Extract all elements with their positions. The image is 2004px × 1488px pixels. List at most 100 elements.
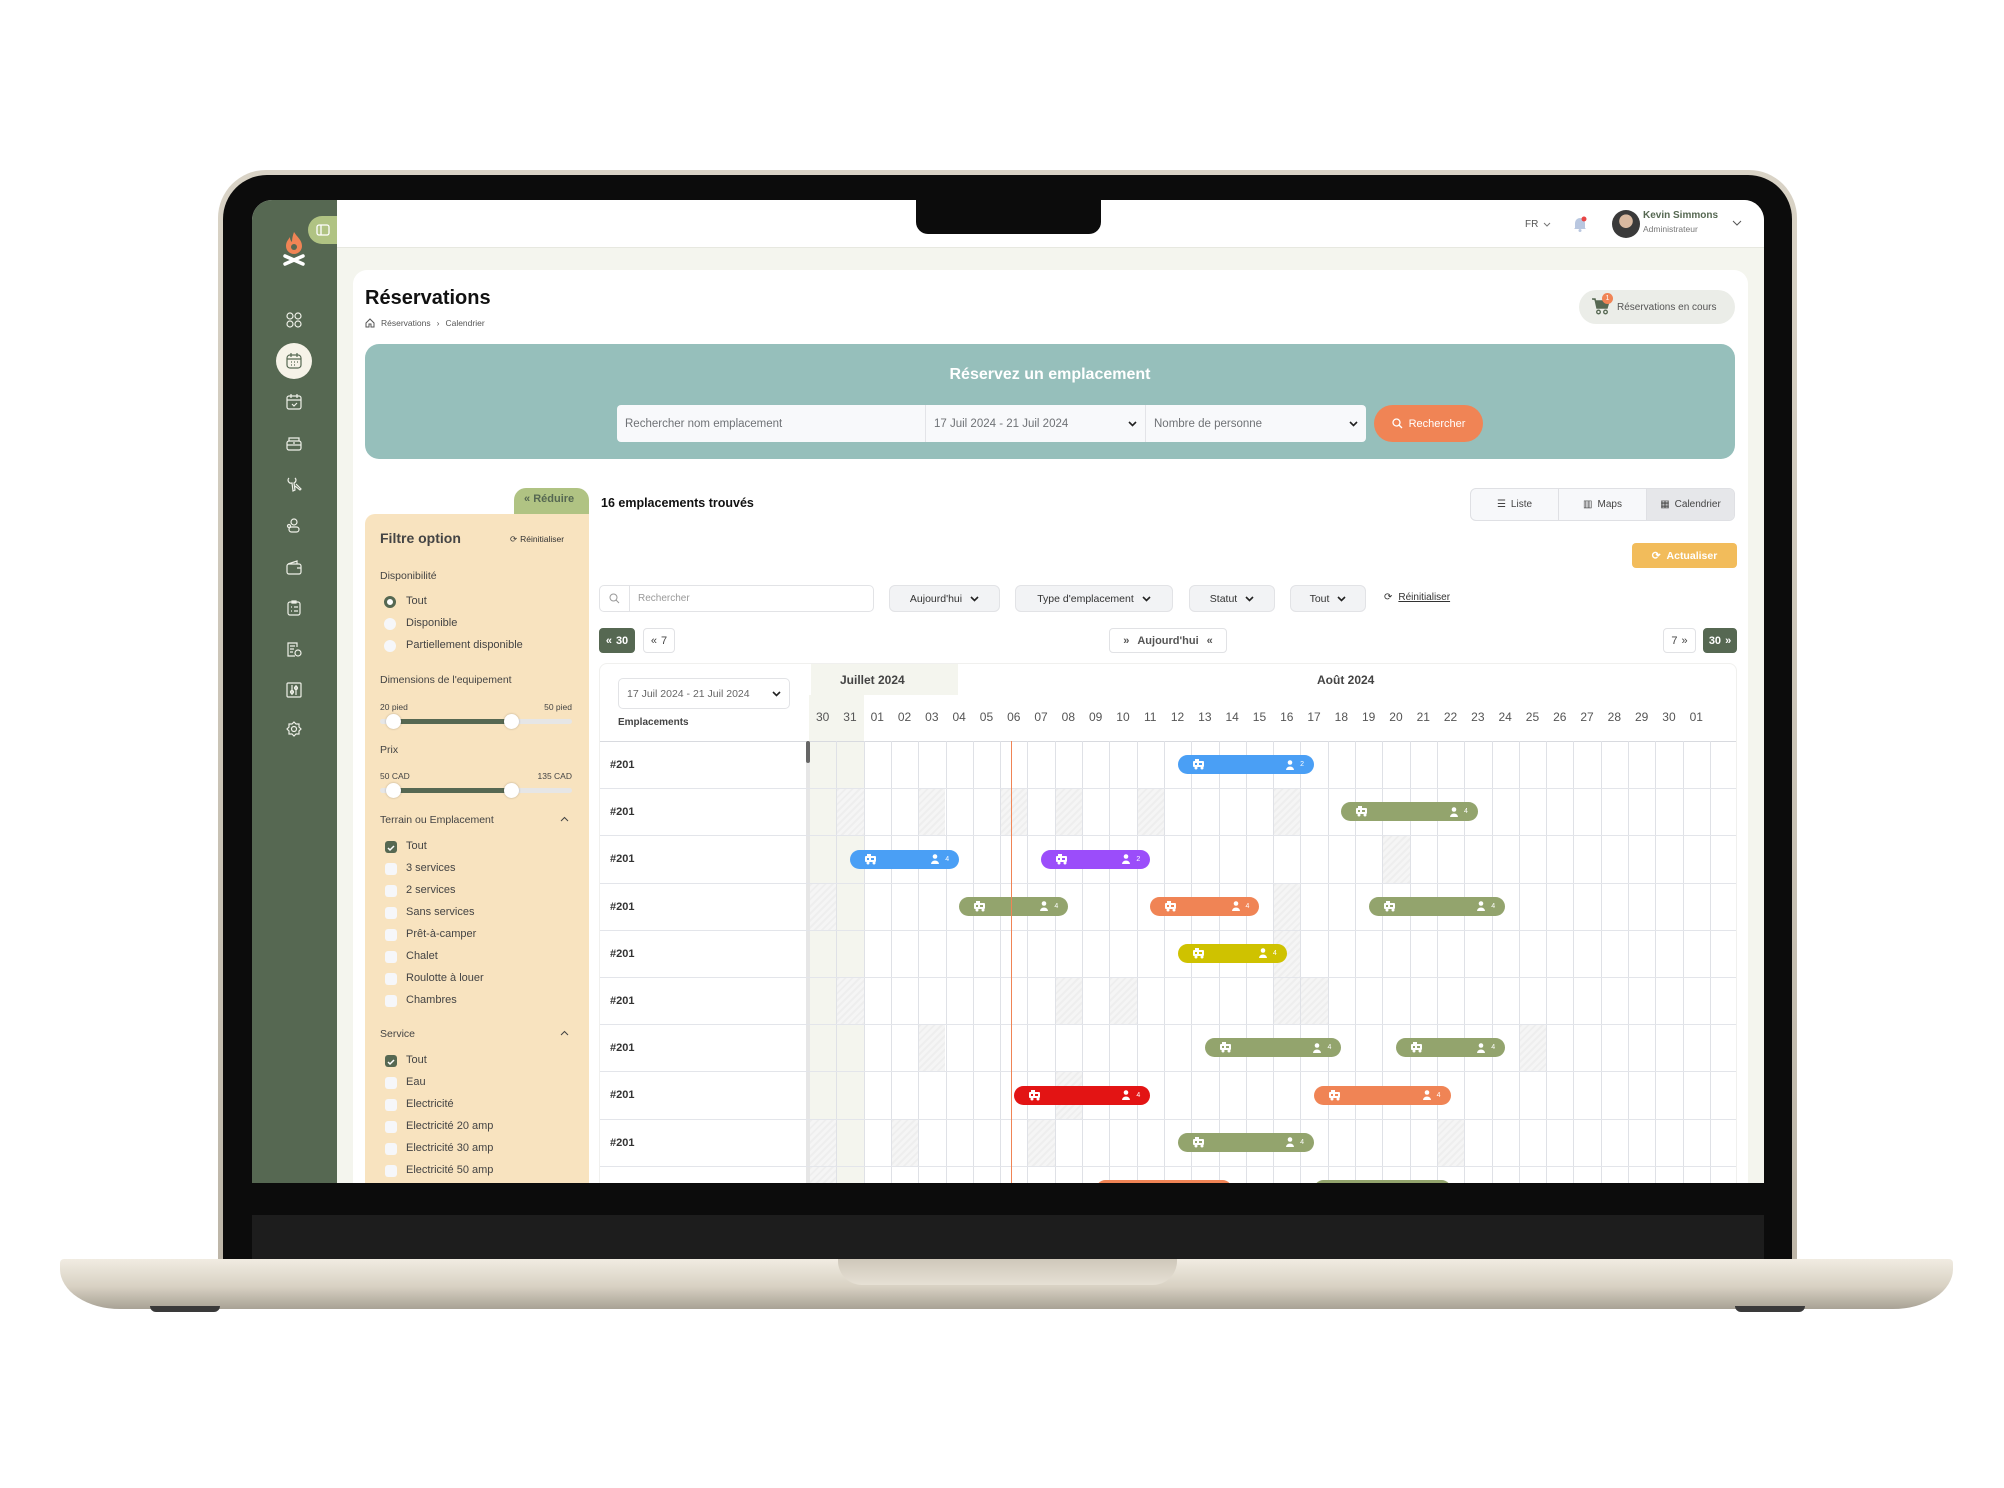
site-type-dropdown[interactable]: Type d'emplacement xyxy=(1015,585,1173,612)
reservation-bar[interactable] xyxy=(1095,1179,1233,1183)
sidebar-item-dashboard[interactable] xyxy=(276,302,312,338)
terrain-checkbox[interactable] xyxy=(385,995,397,1007)
service-option-label[interactable]: Electricité 20 amp xyxy=(406,1120,493,1132)
scrollbar-thumb[interactable] xyxy=(806,741,810,763)
current-reservations-button[interactable]: 1 Réservations en cours xyxy=(1579,290,1735,324)
status-dropdown[interactable]: Statut xyxy=(1189,585,1275,612)
today-button[interactable]: » Aujourd'hui « xyxy=(1109,628,1227,653)
site-label[interactable]: #201 xyxy=(610,806,634,818)
service-option-label[interactable]: Tout xyxy=(406,1054,427,1066)
back-7-days-button[interactable]: «7 xyxy=(643,628,675,653)
terrain-checkbox[interactable] xyxy=(385,885,397,897)
availability-option-label[interactable]: Disponible xyxy=(406,617,457,629)
calendar-search-input[interactable]: Rechercher xyxy=(599,585,874,612)
persons-select[interactable]: Nombre de personne xyxy=(1145,405,1366,442)
reservation-bar[interactable] xyxy=(1314,1179,1451,1183)
user-menu-chevron-icon[interactable] xyxy=(1732,220,1742,227)
terrain-option-label[interactable]: Roulotte à louer xyxy=(406,972,484,984)
price-max-handle[interactable] xyxy=(503,783,519,798)
site-name-search-input[interactable]: Rechercher nom emplacement xyxy=(617,405,925,442)
reservation-bar[interactable]: 4 xyxy=(959,896,1069,916)
reservation-bar[interactable]: 4 xyxy=(1314,1085,1451,1105)
availability-radio[interactable] xyxy=(384,640,396,652)
site-label[interactable]: #201 xyxy=(610,853,634,865)
availability-radio[interactable] xyxy=(384,618,396,630)
service-checkbox[interactable] xyxy=(385,1055,397,1067)
service-option-label[interactable]: Eau xyxy=(406,1076,426,1088)
reservation-bar[interactable]: 4 xyxy=(1150,896,1260,916)
view-calendrier-button[interactable]: ▦ Calendrier xyxy=(1646,489,1734,520)
refresh-button[interactable]: ⟳ Actualiser xyxy=(1632,543,1737,568)
service-heading[interactable]: Service xyxy=(380,1028,415,1040)
dimensions-slider[interactable] xyxy=(380,714,572,729)
sidebar-item-report-clock[interactable] xyxy=(276,631,312,667)
reservation-bar[interactable]: 4 xyxy=(1204,1038,1342,1058)
language-selector[interactable]: FR xyxy=(1525,219,1551,230)
forward-30-days-button[interactable]: 30» xyxy=(1703,628,1737,653)
sidebar-item-calendar[interactable] xyxy=(276,343,312,379)
price-min-handle[interactable] xyxy=(386,783,402,798)
reservation-bar[interactable]: 4 xyxy=(1341,802,1478,822)
reservation-bar[interactable]: 4 xyxy=(1177,1132,1315,1152)
terrain-option-label[interactable]: 3 services xyxy=(406,862,456,874)
sidebar-item-sliders[interactable] xyxy=(276,672,312,708)
home-icon[interactable] xyxy=(365,318,375,328)
sidebar-item-cash-register[interactable] xyxy=(276,425,312,461)
toolbar-reset-button[interactable]: ⟳ Réinitialiser xyxy=(1384,592,1450,603)
terrain-option-label[interactable]: Prêt-à-camper xyxy=(406,928,476,940)
terrain-checkbox[interactable] xyxy=(385,907,397,919)
calendar-date-range-select[interactable]: 17 Juil 2024 - 21 Juil 2024 xyxy=(618,678,790,709)
period-dropdown[interactable]: Aujourd'hui xyxy=(889,585,1000,612)
sidebar-item-tools[interactable] xyxy=(276,466,312,502)
terrain-checkbox[interactable] xyxy=(385,841,397,853)
site-label[interactable]: #201 xyxy=(610,901,634,913)
sidebar-item-settings[interactable] xyxy=(276,712,312,748)
all-dropdown[interactable]: Tout xyxy=(1290,585,1366,612)
service-checkbox[interactable] xyxy=(385,1121,397,1133)
site-label[interactable]: #201 xyxy=(610,1137,634,1149)
reservation-bar[interactable]: 4 xyxy=(1395,1038,1506,1058)
service-option-label[interactable]: Electricité xyxy=(406,1098,454,1110)
site-label[interactable]: #201 xyxy=(610,1089,634,1101)
dimensions-max-handle[interactable] xyxy=(503,714,519,729)
site-label[interactable]: #201 xyxy=(610,1042,634,1054)
terrain-checkbox[interactable] xyxy=(385,973,397,985)
campfire-logo[interactable] xyxy=(282,230,306,271)
reservation-bar[interactable]: 4 xyxy=(1368,896,1506,916)
reservation-bar[interactable]: 4 xyxy=(1013,1085,1151,1105)
reservation-bar[interactable]: 2 xyxy=(1177,755,1315,775)
reservation-bar[interactable]: 4 xyxy=(849,849,960,869)
terrain-checkbox[interactable] xyxy=(385,951,397,963)
reservation-bar[interactable]: 4 xyxy=(1177,943,1287,963)
back-30-days-button[interactable]: «30 xyxy=(599,628,635,653)
reservation-bar[interactable]: 2 xyxy=(1041,849,1151,869)
service-checkbox[interactable] xyxy=(385,1077,397,1089)
availability-option-label[interactable]: Tout xyxy=(406,595,427,607)
service-checkbox[interactable] xyxy=(385,1143,397,1155)
price-slider[interactable] xyxy=(380,783,572,798)
vertical-scrollbar[interactable] xyxy=(806,741,810,1183)
sidebar-item-calendar-check[interactable] xyxy=(276,384,312,420)
chevron-up-icon[interactable] xyxy=(560,1030,569,1036)
date-range-select[interactable]: 17 Juil 2024 - 21 Juil 2024 xyxy=(925,405,1145,442)
terrain-option-label[interactable]: 2 services xyxy=(406,884,456,896)
dimensions-min-handle[interactable] xyxy=(386,714,402,729)
search-button[interactable]: Rechercher xyxy=(1374,405,1483,442)
terrain-checkbox[interactable] xyxy=(385,863,397,875)
site-label[interactable]: #201 xyxy=(610,995,634,1007)
availability-option-label[interactable]: Partiellement disponible xyxy=(406,639,523,651)
view-maps-button[interactable]: ▥ Maps xyxy=(1558,489,1646,520)
service-checkbox[interactable] xyxy=(385,1099,397,1111)
service-option-label[interactable]: Electricité 30 amp xyxy=(406,1142,493,1154)
service-option-label[interactable]: Electricité 50 amp xyxy=(406,1164,493,1176)
terrain-checkbox[interactable] xyxy=(385,929,397,941)
terrain-option-label[interactable]: Chalet xyxy=(406,950,438,962)
avatar[interactable] xyxy=(1612,210,1640,238)
availability-radio[interactable] xyxy=(384,596,396,608)
terrain-option-label[interactable]: Chambres xyxy=(406,994,457,1006)
service-checkbox[interactable] xyxy=(385,1165,397,1177)
view-liste-button[interactable]: ☰ Liste xyxy=(1471,489,1558,520)
filter-reset-button[interactable]: ⟳ Réinitialiser xyxy=(510,534,564,545)
sidebar-item-users[interactable] xyxy=(276,508,312,544)
site-label[interactable]: #201 xyxy=(610,759,634,771)
